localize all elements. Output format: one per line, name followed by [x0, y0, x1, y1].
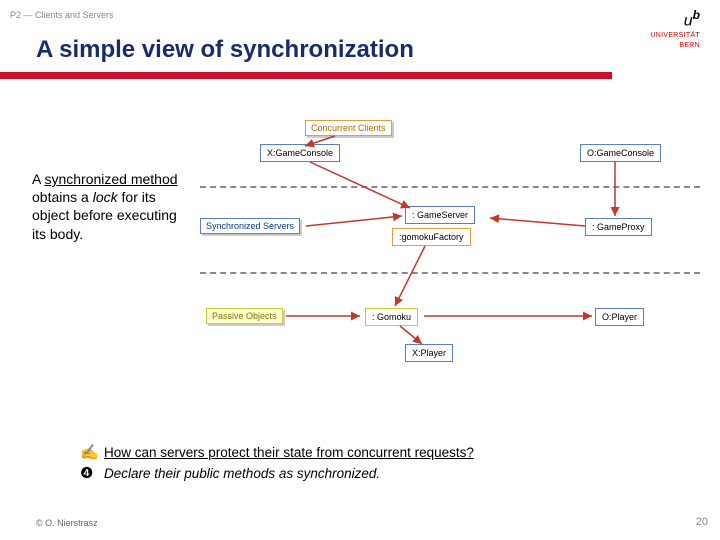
logo-text-1: UNIVERSITÄT — [650, 32, 700, 40]
node-o-gameconsole: O:GameConsole — [580, 144, 661, 162]
question-answer: ✍ How can servers protect their state fr… — [80, 442, 474, 484]
node-gomoku: : Gomoku — [365, 308, 418, 326]
node-gameserver: : GameServer — [405, 206, 475, 224]
tag-passive-objects: Passive Objects — [206, 308, 283, 324]
accent-bar — [0, 72, 612, 79]
logo-ub-icon: ub — [650, 8, 700, 30]
sidenote-t2: obtains a — [32, 189, 93, 205]
page-title: A simple view of synchronization — [36, 36, 414, 64]
sidenote-t1: A — [32, 171, 44, 187]
logo-u: u — [684, 12, 693, 29]
architecture-diagram: Concurrent Clients X:GameConsole O:GameC… — [200, 120, 700, 400]
node-x-gameconsole: X:GameConsole — [260, 144, 340, 162]
node-gomokufactory: :gomokuFactory — [392, 228, 471, 246]
separator-2 — [200, 272, 700, 274]
qa-answer: Declare their public methods as synchron… — [104, 465, 380, 484]
breadcrumb: P2 — Clients and Servers — [10, 10, 114, 20]
tag-synchronized-servers: Synchronized Servers — [200, 218, 300, 234]
logo-b: b — [693, 8, 700, 22]
node-xplayer: X:Player — [405, 344, 453, 362]
hand-icon: ✍ — [80, 442, 104, 463]
hand-point-icon: ❹ — [80, 463, 104, 484]
side-note: A synchronized method obtains a lock for… — [32, 170, 182, 243]
node-gameproxy: : GameProxy — [585, 218, 652, 236]
page-number: 20 — [696, 516, 708, 528]
university-logo: ub UNIVERSITÄT BERN — [650, 8, 700, 50]
qa-question: How can servers protect their state from… — [104, 444, 474, 463]
tag-concurrent-clients: Concurrent Clients — [305, 120, 392, 136]
logo-text-2: BERN — [650, 42, 700, 50]
footer-copyright: © O. Nierstrasz — [36, 518, 98, 528]
sidenote-sync: synchronized method — [44, 171, 177, 187]
sidenote-lock: lock — [93, 189, 118, 205]
separator-1 — [200, 186, 700, 188]
node-oplayer: O:Player — [595, 308, 644, 326]
